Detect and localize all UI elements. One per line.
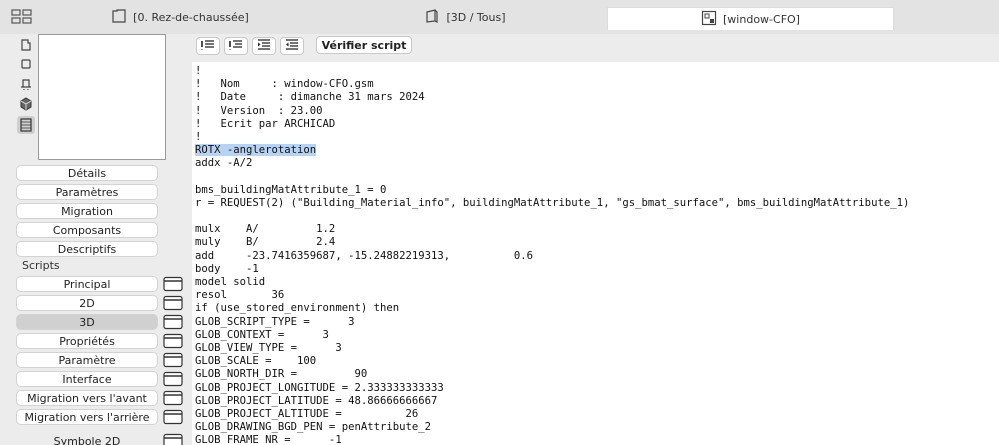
gdl-object-icon [701, 10, 717, 29]
comment-lines-button[interactable] [196, 37, 220, 55]
script-master-button[interactable]: Principal [16, 276, 158, 292]
left-panel: Détails Paramètres Migration Composants … [0, 34, 192, 445]
migration-button[interactable]: Migration [16, 203, 158, 219]
code-line[interactable]: model solid [195, 276, 999, 289]
floor-plan-icon [111, 8, 127, 27]
tab-overview-grid-icon[interactable] [11, 9, 33, 25]
code-line[interactable]: GLOB_NORTH_DIR = 90 [195, 368, 999, 381]
script-interface-button[interactable]: Interface [16, 371, 158, 387]
code-line[interactable]: bms_buildingMatAttribute_1 = 0 [195, 184, 999, 197]
code-line[interactable]: body -1 [195, 263, 999, 276]
script-backward-migration-button[interactable]: Migration vers l'arrière [16, 409, 158, 425]
3d-view-icon [424, 8, 440, 27]
code-line[interactable]: ! [195, 65, 999, 78]
uncomment-lines-button[interactable] [224, 37, 248, 55]
code-line[interactable]: GLOB_SCALE = 100 [195, 355, 999, 368]
object-preview-area[interactable] [38, 34, 166, 160]
script-2d-button[interactable]: 2D [16, 295, 158, 311]
code-line[interactable]: mulx A/ 1.2 [195, 223, 999, 236]
gdl-object-editor-window: [0. Rez-de-chaussée] [3D / Tous] [window… [0, 0, 999, 445]
code-line[interactable]: ! Version : 23.00 [195, 105, 999, 118]
script-forward-migration-button[interactable]: Migration vers l'avant [16, 390, 158, 406]
code-text[interactable]: !! Nom : window-CFO.gsm! Date : dimanche… [192, 62, 999, 445]
components-button[interactable]: Composants [16, 222, 158, 238]
open-window-icon[interactable] [162, 409, 184, 425]
preview-3d-cube-icon[interactable] [17, 95, 35, 113]
code-line[interactable]: GLOB_FRAME_NR = -1 [195, 434, 999, 445]
preview-section-icon[interactable] [17, 55, 35, 73]
code-line[interactable]: ! Date : dimanche 31 mars 2024 [195, 91, 999, 104]
open-window-icon[interactable] [162, 333, 184, 349]
code-line[interactable]: GLOB_PROJECT_LATITUDE = 48.86666666667 [195, 395, 999, 408]
script-properties-button[interactable]: Propriétés [16, 333, 158, 349]
open-window-icon[interactable] [162, 352, 184, 368]
open-window-icon[interactable] [162, 433, 184, 445]
details-button[interactable]: Détails [16, 165, 158, 181]
preview-2d-icon[interactable] [17, 36, 35, 54]
tab-label: [window-CFO] [723, 12, 800, 26]
code-line[interactable]: ! Nom : window-CFO.gsm [195, 78, 999, 91]
code-line[interactable]: muly B/ 2.4 [195, 236, 999, 249]
tab-label: [0. Rez-de-chaussée] [133, 10, 249, 24]
code-line[interactable] [195, 210, 999, 223]
script-3d-button[interactable]: 3D [16, 314, 158, 330]
code-line[interactable]: resol 36 [195, 289, 999, 302]
code-line[interactable]: if (use_stored_environment) then [195, 302, 999, 315]
outdent-icon [284, 38, 300, 54]
script-editor[interactable]: !! Nom : window-CFO.gsm! Date : dimanche… [192, 62, 999, 445]
selected-code-text[interactable]: ROTX -anglerotation [195, 144, 317, 157]
tab-floor-plan[interactable]: [0. Rez-de-chaussée] [110, 7, 250, 27]
script-parameter-button[interactable]: Paramètre [16, 352, 158, 368]
descriptors-button[interactable]: Descriptifs [16, 241, 158, 257]
code-line[interactable]: GLOB_VIEW_TYPE = 3 [195, 342, 999, 355]
code-line[interactable]: GLOB_PROJECT_ALTITUDE = 26 [195, 408, 999, 421]
code-line[interactable]: GLOB_DRAWING_BGD_PEN = penAttribute_2 [195, 421, 999, 434]
preview-elevation-icon[interactable] [17, 75, 35, 93]
uncomment-icon [228, 39, 244, 54]
comment-icon [200, 39, 216, 54]
verify-script-button[interactable]: Vérifier script [316, 36, 412, 54]
code-line[interactable]: GLOB_PROJECT_LONGITUDE = 2.333333333333 [195, 382, 999, 395]
preview-film-icon[interactable] [17, 116, 35, 134]
open-window-icon[interactable] [162, 295, 184, 311]
open-window-icon[interactable] [162, 276, 184, 292]
tab-label: [3D / Tous] [446, 10, 506, 24]
tab-gdl-object[interactable]: [window-CFO] [607, 7, 894, 30]
open-window-icon[interactable] [162, 314, 184, 330]
code-line[interactable]: addx -A/2 [195, 157, 999, 170]
parameters-button[interactable]: Paramètres [16, 184, 158, 200]
code-line[interactable]: GLOB_SCRIPT_TYPE = 3 [195, 316, 999, 329]
open-window-icon[interactable] [162, 371, 184, 387]
code-line[interactable]: r = REQUEST(2) ("Building_Material_info"… [195, 197, 999, 210]
tab-3d-view[interactable]: [3D / Tous] [420, 7, 510, 27]
scripts-section-label: Scripts [22, 259, 60, 272]
code-line[interactable]: ! Ecrit par ARCHICAD [195, 118, 999, 131]
code-line[interactable]: GLOB_CONTEXT = 3 [195, 329, 999, 342]
tab-bar: [0. Rez-de-chaussée] [3D / Tous] [window… [0, 0, 999, 35]
code-line[interactable]: add -23.7416359687, -15.24882219313, 0.6 [195, 250, 999, 263]
code-line[interactable] [195, 171, 999, 184]
symbol-2d-button[interactable]: Symbole 2D [16, 433, 158, 445]
open-window-icon[interactable] [162, 390, 184, 406]
outdent-button[interactable] [280, 37, 304, 55]
code-line[interactable]: ! [195, 131, 999, 144]
indent-button[interactable] [252, 37, 276, 55]
code-line[interactable]: ROTX -anglerotation [195, 144, 999, 157]
indent-icon [256, 38, 272, 54]
script-toolbar: Vérifier script [192, 34, 999, 62]
